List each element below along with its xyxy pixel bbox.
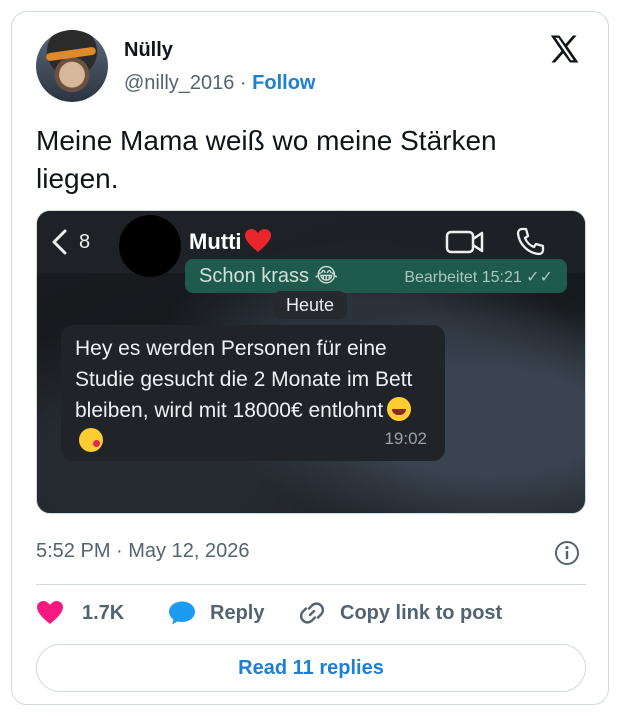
reply-label: Reply	[210, 601, 265, 624]
chat-back-count: 8	[79, 231, 91, 253]
tweet-media-screenshot[interactable]: 8 Mutti Schon krass 😂 Bearbeitet 15:21 ✓…	[36, 210, 586, 514]
divider	[36, 584, 586, 585]
heart-icon	[37, 601, 63, 624]
author-handle-row: @nilly_2016 · Follow	[124, 72, 315, 95]
copy-link-label: Copy link to post	[340, 601, 503, 624]
follow-button[interactable]: Follow	[252, 72, 315, 94]
chat-day-label: Heute	[273, 291, 347, 319]
copy-link-button[interactable]: Copy link to post	[298, 597, 502, 629]
chat-contact-avatar	[119, 215, 181, 277]
link-icon	[299, 602, 325, 624]
author-display-name[interactable]: Nülly	[124, 39, 173, 62]
received-message-time: 19:02	[384, 429, 427, 448]
sent-message-meta: Bearbeitet 15:21 ✓✓	[404, 269, 553, 286]
heart-icon	[245, 229, 271, 252]
tweet-card: Nülly @nilly_2016 · Follow Meine Mama we…	[11, 11, 609, 705]
tweet-timestamp[interactable]: 5:52 PM · May 12, 2026	[36, 540, 249, 563]
received-message-text: Hey es werden Personen für eine Studie g…	[75, 337, 413, 422]
like-count: 1.7K	[82, 601, 125, 624]
kissing-face-emoji-icon	[79, 428, 103, 452]
phone-icon	[516, 227, 545, 256]
avatar-cap	[45, 46, 97, 62]
video-call-icon	[445, 230, 484, 254]
handle-separator: ·	[234, 72, 253, 94]
rolling-laughing-emoji-icon	[387, 397, 412, 421]
chat-contact-name: Mutti	[189, 229, 242, 254]
chevron-left-icon	[52, 229, 67, 255]
info-icon[interactable]	[554, 540, 580, 566]
reply-button[interactable]: Reply	[168, 597, 264, 629]
speech-bubble-icon	[169, 601, 195, 625]
tweet-text: Meine Mama weiß wo meine Stärken liegen.	[36, 125, 497, 194]
read-replies-button[interactable]: Read 11 replies	[36, 644, 586, 692]
x-logo-icon[interactable]	[548, 32, 582, 66]
sent-message-text: Schon krass 😂	[199, 265, 338, 287]
author-avatar[interactable]	[36, 30, 108, 102]
like-button[interactable]: 1.7K	[36, 597, 124, 629]
received-message-body: Hey es werden Personen für eine Studie g…	[75, 333, 435, 457]
sent-message-bubble: Schon krass 😂 Bearbeitet 15:21 ✓✓	[185, 259, 567, 293]
author-handle[interactable]: @nilly_2016	[124, 72, 234, 94]
received-message-bubble: Hey es werden Personen für eine Studie g…	[61, 325, 445, 461]
